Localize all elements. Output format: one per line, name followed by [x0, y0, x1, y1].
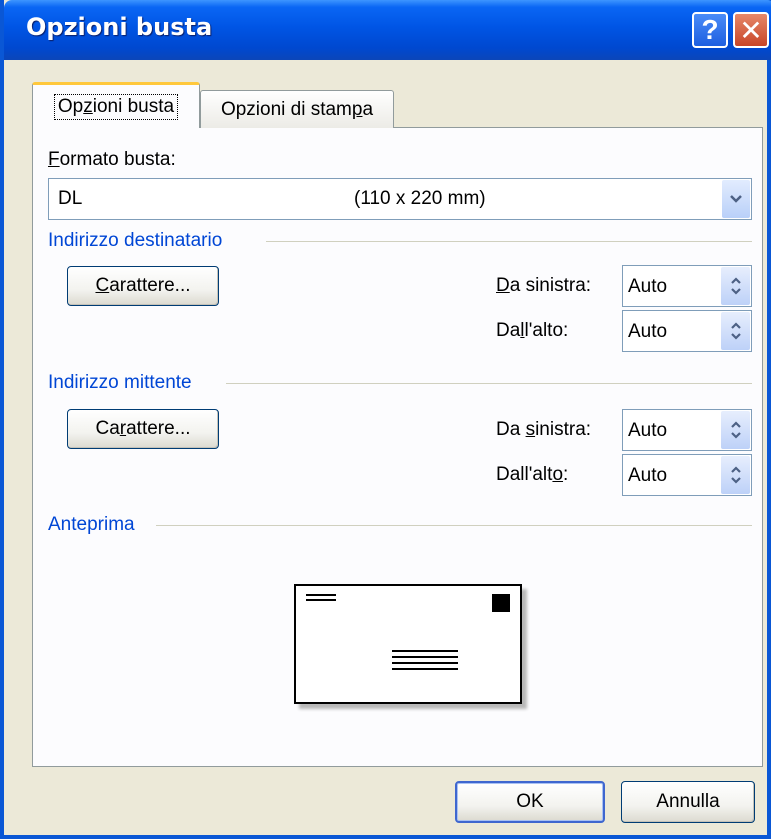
ok-button[interactable]: OK [455, 781, 605, 823]
recipient-section-divider [266, 241, 752, 242]
sender-top-spinner[interactable]: Auto [622, 454, 752, 496]
help-icon: ? [701, 14, 719, 45]
recipient-top-value[interactable]: Auto [628, 321, 667, 343]
recipient-address-line [392, 662, 458, 664]
spin-up-down-icon[interactable] [721, 456, 750, 494]
recipient-left-value[interactable]: Auto [628, 276, 667, 298]
sender-top-label: Dall'alto: [496, 464, 569, 485]
sender-font-button[interactable]: Carattere... [67, 409, 219, 449]
title-bar[interactable]: Opzioni busta ? ✕ [4, 0, 771, 60]
spin-up-down-icon[interactable] [721, 312, 750, 350]
envelope-format-size: (110 x 220 mm) [354, 188, 486, 209]
tab-print-options-label: Opzioni di stampa [220, 98, 374, 120]
sender-section-divider [226, 383, 752, 384]
tab-print-options[interactable]: Opzioni di stampa [200, 90, 394, 128]
envelope-format-label: Formato busta: [48, 149, 176, 170]
tab-envelope-options[interactable]: Opzioni busta [32, 82, 200, 128]
recipient-left-spinner[interactable]: Auto [622, 265, 752, 307]
sender-address-line [306, 599, 336, 601]
cancel-button[interactable]: Annulla [621, 781, 755, 823]
recipient-font-button[interactable]: Carattere... [67, 266, 219, 306]
preview-section-divider [156, 525, 752, 526]
recipient-address-line [392, 656, 458, 658]
sender-left-label: Da sinistra: [496, 419, 592, 440]
cancel-button-label: Annulla [656, 791, 720, 812]
recipient-top-spinner[interactable]: Auto [622, 310, 752, 352]
recipient-address-line [392, 668, 458, 670]
envelope-format-select[interactable]: DL (110 x 220 mm) [48, 178, 752, 220]
ok-button-label: OK [516, 791, 544, 812]
sender-font-button-label: Carattere... [95, 418, 191, 439]
tab-envelope-options-label: Opzioni busta [53, 93, 179, 120]
spin-up-down-icon[interactable] [721, 267, 750, 305]
sender-left-spinner[interactable]: Auto [622, 409, 752, 451]
recipient-left-label: Da sinistra: [496, 275, 592, 296]
preview-section-title: Anteprima [48, 514, 135, 535]
chevron-down-icon [730, 195, 742, 203]
recipient-font-button-label: Carattere... [95, 275, 191, 296]
sender-section-title: Indirizzo mittente [48, 372, 192, 393]
envelope-preview[interactable] [294, 584, 522, 704]
window-title: Opzioni busta [26, 13, 213, 41]
recipient-section-title: Indirizzo destinatario [48, 230, 223, 251]
stamp-icon [492, 594, 510, 612]
sender-left-value[interactable]: Auto [628, 420, 667, 442]
spin-up-down-icon[interactable] [721, 411, 750, 449]
recipient-top-label: Dall'alto: [496, 320, 569, 341]
recipient-address-line [392, 650, 458, 652]
close-icon: ✕ [739, 14, 763, 46]
envelope-format-name: DL [58, 188, 83, 209]
envelope-options-dialog: Opzioni busta ? ✕ Opzioni busta Opzioni … [0, 0, 771, 839]
sender-address-line [306, 594, 336, 596]
dropdown-button[interactable] [722, 180, 750, 218]
close-button[interactable]: ✕ [733, 12, 769, 48]
help-button[interactable]: ? [692, 12, 728, 48]
sender-top-value[interactable]: Auto [628, 465, 667, 487]
